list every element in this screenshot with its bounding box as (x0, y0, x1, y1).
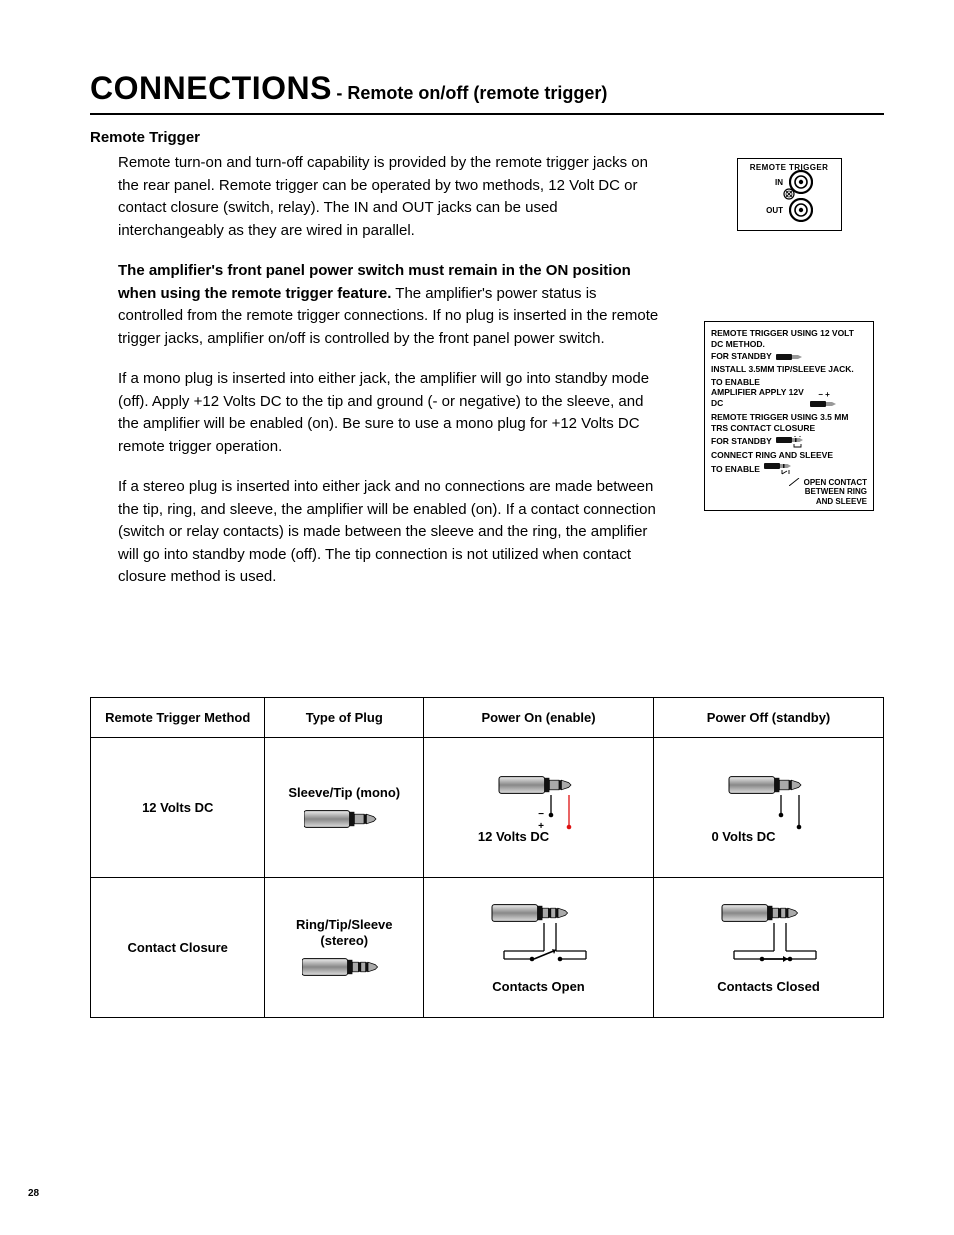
page-number: 28 (28, 1188, 39, 1199)
title-main: CONNECTIONS (90, 70, 332, 106)
svg-text:−: − (538, 809, 544, 820)
instr-heading-2: REMOTE TRIGGER USING 3.5 MM TRS CONTACT … (711, 412, 867, 433)
instr-note: OPEN CONTACT BETWEEN RING AND SLEEVE (711, 478, 867, 506)
cell-power-on: − + 12 Volts DC (424, 737, 654, 877)
polarity-label: − + (818, 390, 830, 400)
cell-caption: Contacts Open (492, 979, 584, 994)
cell-caption: 12 Volts DC (478, 829, 549, 844)
paragraph-1: Remote turn-on and turn-off capability i… (118, 152, 664, 242)
instr-enable-12v: TO ENABLE AMPLIFIER APPLY 12V DC (711, 377, 806, 409)
col-off: Power Off (standby) (654, 697, 884, 737)
paragraph-4: If a stereo plug is inserted into either… (118, 476, 664, 589)
col-on: Power On (enable) (424, 697, 654, 737)
jack-icon (789, 198, 813, 222)
paragraph-3: If a mono plug is inserted into either j… (118, 368, 664, 458)
cell-method: Contact Closure (91, 877, 265, 1017)
col-plug: Type of Plug (265, 697, 424, 737)
section-heading: Remote Trigger (90, 129, 884, 146)
body-text: Remote turn-on and turn-off capability i… (90, 152, 664, 607)
col-method: Remote Trigger Method (91, 697, 265, 737)
cell-power-off: 0 Volts DC (654, 737, 884, 877)
paragraph-2: The amplifier's front panel power switch… (118, 260, 664, 350)
stereo-closed-diagram (704, 901, 834, 973)
plug-type-label: Ring/Tip/Sleeve (stereo) (271, 917, 417, 948)
tiny-mono-plug-icon (776, 353, 804, 361)
remote-trigger-panel-diagram: REMOTE TRIGGER IN OUT (737, 158, 842, 231)
page-title-row: CONNECTIONS - Remote on/off (remote trig… (90, 70, 884, 115)
mono-plug-icon (304, 807, 384, 829)
stereo-plug-icon (302, 955, 386, 977)
cell-caption: 0 Volts DC (711, 829, 775, 844)
table-row: 12 Volts DC Sleeve/Tip (mono) − (91, 737, 884, 877)
panel-out-label: OUT (765, 206, 783, 215)
instr-connect-label: CONNECT RING AND SLEEVE (711, 450, 867, 461)
cell-method: 12 Volts DC (91, 737, 265, 877)
stereo-open-diagram (474, 901, 604, 973)
arrow-icon (789, 478, 801, 486)
tiny-mono-plug-icon (810, 400, 838, 408)
cell-power-off: Contacts Closed (654, 877, 884, 1017)
trigger-method-table: Remote Trigger Method Type of Plug Power… (90, 697, 884, 1018)
cell-caption: Contacts Closed (717, 979, 820, 994)
title-sub: - Remote on/off (remote trigger) (336, 83, 607, 103)
instr-enable-label: TO ENABLE (711, 464, 760, 475)
tiny-stereo-closed-icon (776, 436, 816, 448)
instr-heading-1: REMOTE TRIGGER USING 12 VOLT DC METHOD. (711, 328, 867, 349)
cell-power-on: Contacts Open (424, 877, 654, 1017)
table-row: Contact Closure Ring/Tip/Sleeve (stereo) (91, 877, 884, 1017)
cell-plug: Ring/Tip/Sleeve (stereo) (265, 877, 424, 1017)
instruction-box: REMOTE TRIGGER USING 12 VOLT DC METHOD. … (704, 321, 874, 511)
instr-standby2-label: FOR STANDBY (711, 436, 772, 447)
cell-plug: Sleeve/Tip (mono) (265, 737, 424, 877)
instr-install-label: INSTALL 3.5MM TIP/SLEEVE JACK. (711, 364, 867, 375)
plug-type-label: Sleeve/Tip (mono) (288, 785, 400, 801)
panel-in-label: IN (765, 178, 783, 187)
tiny-stereo-open-icon (764, 462, 814, 476)
instr-standby-label: FOR STANDBY (711, 351, 772, 362)
